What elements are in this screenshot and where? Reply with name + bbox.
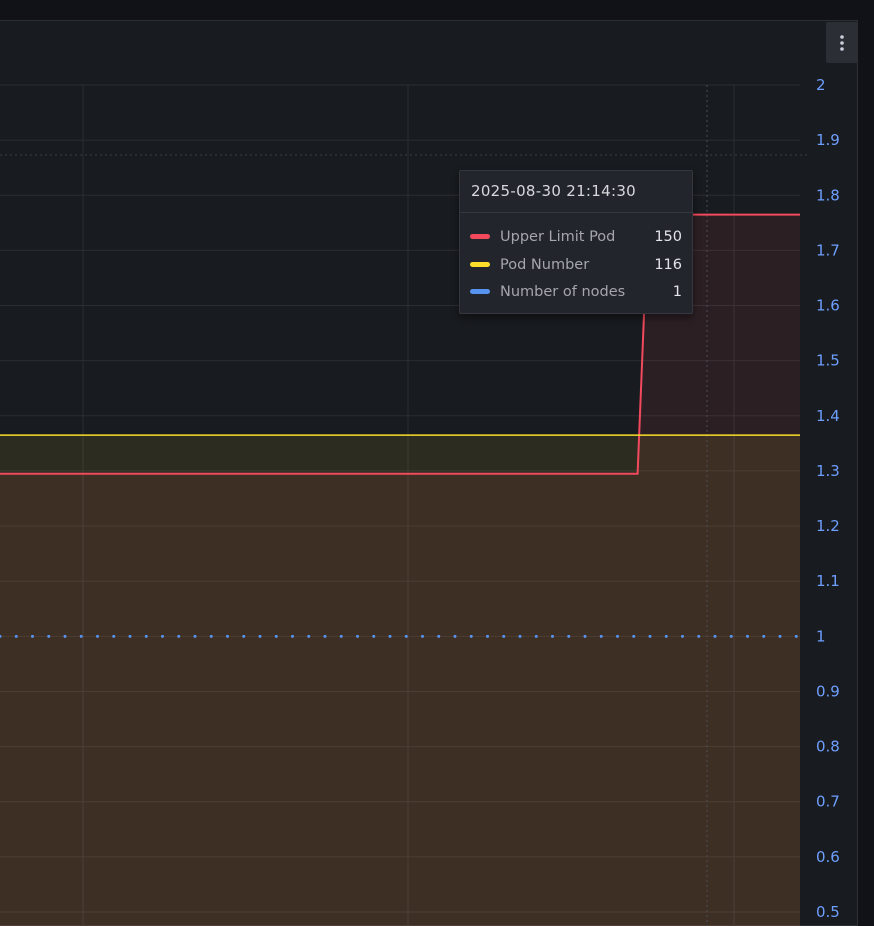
tooltip-row-pod-number: Pod Number 116 [460,254,692,276]
tooltip-row-upper-limit: Upper Limit Pod 150 [460,226,692,248]
y-axis-tick-label: 0.9 [816,682,840,700]
chart-tooltip: 2025-08-30 21:14:30 Upper Limit Pod 150 … [459,170,693,314]
time-series-chart[interactable]: 0.5 0.6 0.7 0.8 0.9 1 1.1 1.2 1.3 1.4 1.5 1.6 1.7 1.8… [0,0,874,926]
y-axis-tick-label: 1.9 [816,131,840,149]
tooltip-label: Upper Limit Pod [500,229,616,245]
y-axis-tick-label: 1.8 [816,186,840,204]
y-axis-tick-label: 1.3 [816,462,840,480]
series-swatch [470,262,490,267]
tooltip-value: 150 [654,229,682,245]
series-swatch [470,234,490,239]
y-axis-tick-label: 1.1 [816,572,840,590]
tooltip-time: 2025-08-30 21:14:30 [460,171,692,213]
y-axis-tick-label: 2 [816,76,826,94]
y-axis-tick-label: 0.5 [816,903,840,921]
y-axis-tick-label: 1 [816,627,826,645]
y-axis-tick-label: 1.7 [816,241,840,259]
tooltip-row-nodes: Number of nodes 1 [460,281,692,303]
y-axis-tick-label: 1.5 [816,352,840,370]
y-axis-tick-label: 1.2 [816,517,840,535]
tooltip-label: Number of nodes [500,284,626,300]
tooltip-value: 1 [672,284,682,300]
y-axis-tick-label: 0.6 [816,848,840,866]
series-fill-upper-limit-pod [0,214,800,926]
y-axis-tick-label: 0.8 [816,738,840,756]
tooltip-label: Pod Number [500,257,590,273]
y-axis-tick-label: 1.4 [816,407,840,425]
y-axis-tick-label: 0.7 [816,793,840,811]
tooltip-value: 116 [654,257,682,273]
series-swatch [470,289,490,294]
y-axis-tick-label: 1.6 [816,297,840,315]
